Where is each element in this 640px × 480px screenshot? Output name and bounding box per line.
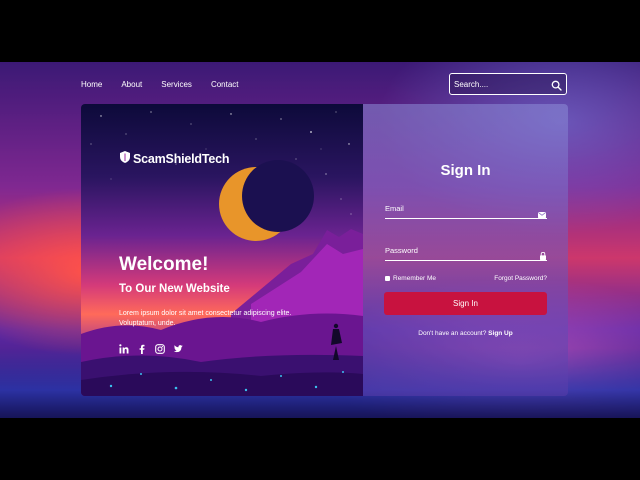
search-icon[interactable] xyxy=(551,78,562,96)
facebook-icon[interactable] xyxy=(137,341,147,354)
envelope-icon xyxy=(538,205,546,223)
welcome-panel: ScamShieldTech Welcome! To Our New Websi… xyxy=(81,104,363,396)
nav-contact[interactable]: Contact xyxy=(211,80,239,89)
welcome-subtitle: To Our New Website xyxy=(119,283,230,295)
brand-logo: ScamShieldTech xyxy=(120,150,230,168)
instagram-icon[interactable] xyxy=(155,341,165,354)
remember-checkbox[interactable] xyxy=(385,276,390,281)
signup-prompt: Don't have an account? Sign Up xyxy=(363,330,568,337)
login-card: ScamShieldTech Welcome! To Our New Websi… xyxy=(81,104,568,396)
signup-prompt-text: Don't have an account? xyxy=(418,330,487,337)
email-label: Email xyxy=(385,204,404,213)
signin-button[interactable]: Sign In xyxy=(384,292,547,315)
signup-link[interactable]: Sign Up xyxy=(488,330,513,337)
password-label: Password xyxy=(385,246,418,255)
remember-me: Remember Me xyxy=(385,275,436,282)
welcome-heading: Welcome! xyxy=(119,254,209,275)
shield-logo-icon xyxy=(120,150,130,168)
email-field[interactable]: Email xyxy=(385,204,547,219)
signin-panel: Sign In Email Password Remember Me Forgo… xyxy=(363,104,568,396)
social-links xyxy=(119,341,183,354)
nav-about[interactable]: About xyxy=(121,80,142,89)
search-box xyxy=(449,73,567,95)
forgot-password-link[interactable]: Forgot Password? xyxy=(494,275,547,282)
nav-services[interactable]: Services xyxy=(161,80,192,89)
top-nav: Home About Services Contact xyxy=(81,80,258,89)
welcome-description: Lorem ipsum dolor sit amet consectetur a… xyxy=(119,310,292,327)
lock-icon xyxy=(540,247,546,265)
linkedin-icon[interactable] xyxy=(119,341,129,354)
nav-home[interactable]: Home xyxy=(81,80,102,89)
brand-name: ScamShieldTech xyxy=(133,152,230,166)
password-field[interactable]: Password xyxy=(385,246,547,261)
twitter-icon[interactable] xyxy=(173,341,183,353)
signin-title: Sign In xyxy=(440,162,491,179)
remember-label: Remember Me xyxy=(393,275,436,282)
search-input[interactable] xyxy=(454,77,544,91)
